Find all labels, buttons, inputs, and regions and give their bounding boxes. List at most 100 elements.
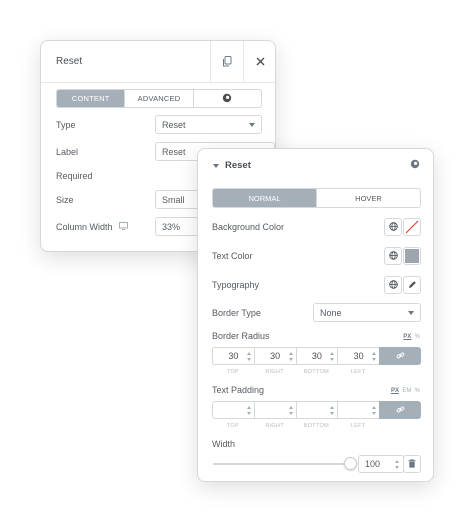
- stepper-icon[interactable]: [246, 406, 251, 415]
- global-typography-button[interactable]: [384, 276, 402, 294]
- border-radius-bottom-value: 30: [311, 351, 322, 361]
- side-label-bottom: BOTTOM: [303, 369, 329, 375]
- tab-advanced[interactable]: ADVANCED: [124, 90, 192, 107]
- stepper-icon[interactable]: [330, 352, 335, 361]
- close-button[interactable]: [243, 41, 275, 83]
- stepper-icon[interactable]: [395, 460, 399, 469]
- typography-label: Typography: [212, 280, 260, 290]
- type-select-value: Reset: [162, 119, 186, 130]
- border-radius-left-input[interactable]: 30: [337, 347, 379, 365]
- border-radius-units: PX %: [403, 334, 420, 340]
- border-radius-label: Border Radius: [212, 331, 270, 341]
- background-color-label: Background Color: [212, 222, 285, 232]
- text-padding-inputs: [212, 401, 421, 419]
- no-color-swatch: [405, 220, 419, 234]
- text-padding-left-input[interactable]: [337, 401, 379, 419]
- section-header[interactable]: Reset: [198, 149, 433, 181]
- border-radius-top-value: 30: [228, 351, 239, 361]
- required-label: Required: [56, 171, 93, 181]
- style-icon: [222, 93, 232, 105]
- border-radius-left-value: 30: [353, 351, 364, 361]
- style-section-panel: Reset NORMAL HOVER Background Color Text…: [197, 148, 434, 482]
- border-type-select[interactable]: None: [313, 303, 421, 322]
- copy-icon: [222, 55, 232, 69]
- globe-icon: [388, 250, 398, 262]
- text-padding-top-input[interactable]: [212, 401, 254, 419]
- unit-percent[interactable]: %: [415, 334, 420, 340]
- unit-em[interactable]: EM: [402, 388, 411, 394]
- reset-width-button[interactable]: [403, 455, 421, 473]
- link-icon: [396, 351, 405, 362]
- text-color-label: Text Color: [212, 251, 253, 261]
- width-label: Width: [212, 439, 236, 449]
- unit-percent[interactable]: %: [415, 388, 420, 394]
- tab-content[interactable]: CONTENT: [57, 90, 125, 107]
- pencil-icon: [408, 280, 417, 291]
- edit-typography-button[interactable]: [403, 276, 421, 294]
- width-slider-handle[interactable]: [344, 457, 357, 470]
- back-panel-title: Reset: [56, 56, 83, 67]
- side-label-top: TOP: [226, 423, 239, 429]
- side-label-right: RIGHT: [265, 369, 284, 375]
- background-color-picker[interactable]: [403, 218, 421, 236]
- type-label: Type: [56, 120, 76, 130]
- text-padding-units: PX EM %: [391, 388, 420, 394]
- side-label-right: RIGHT: [265, 423, 284, 429]
- link-values-button[interactable]: [379, 347, 421, 365]
- unit-px[interactable]: PX: [391, 388, 399, 394]
- side-label-bottom: BOTTOM: [303, 423, 329, 429]
- tab-hover[interactable]: HOVER: [316, 189, 420, 207]
- width-value: 100: [365, 459, 381, 469]
- globe-icon: [388, 279, 398, 291]
- text-padding-bottom-input[interactable]: [295, 401, 338, 419]
- border-radius-top-input[interactable]: 30: [212, 347, 254, 365]
- side-label-left: LEFT: [350, 423, 366, 429]
- link-icon: [396, 405, 405, 416]
- side-label-left: LEFT: [350, 369, 366, 375]
- type-select[interactable]: Reset: [155, 115, 262, 134]
- back-panel-header: Reset: [41, 41, 275, 83]
- width-input[interactable]: 100: [358, 455, 404, 473]
- column-width-label: Column Width: [56, 222, 113, 232]
- side-label-top: TOP: [226, 369, 239, 375]
- duplicate-button[interactable]: [210, 41, 243, 83]
- column-width-value: 33%: [162, 221, 181, 232]
- border-radius-side-labels: TOP RIGHT BOTTOM LEFT: [212, 369, 379, 375]
- text-padding-side-labels: TOP RIGHT BOTTOM LEFT: [212, 423, 379, 429]
- border-radius-right-value: 30: [270, 351, 281, 361]
- border-radius-bottom-input[interactable]: 30: [295, 347, 338, 365]
- caret-down-icon: [213, 164, 219, 168]
- stepper-icon[interactable]: [288, 352, 293, 361]
- global-background-color-button[interactable]: [384, 218, 402, 236]
- width-slider-track[interactable]: [213, 463, 349, 465]
- trash-icon: [408, 458, 416, 470]
- border-type-value: None: [320, 307, 342, 318]
- border-radius-right-input[interactable]: 30: [253, 347, 296, 365]
- stepper-icon[interactable]: [372, 352, 376, 361]
- stepper-icon[interactable]: [288, 406, 293, 415]
- close-icon: [256, 57, 265, 68]
- tab-normal[interactable]: NORMAL: [213, 189, 316, 207]
- border-radius-inputs: 30 30 30 30: [212, 347, 421, 365]
- panel-tabs: CONTENT ADVANCED: [56, 89, 262, 108]
- label-label: Label: [56, 147, 79, 157]
- size-label: Size: [56, 195, 74, 205]
- label-input-value: Reset: [162, 146, 186, 157]
- style-icon: [410, 159, 420, 171]
- chevron-down-icon: [249, 123, 255, 127]
- unit-px[interactable]: PX: [403, 334, 411, 340]
- globe-icon: [388, 221, 398, 233]
- chevron-down-icon: [408, 311, 414, 315]
- text-padding-right-input[interactable]: [253, 401, 296, 419]
- text-padding-label: Text Padding: [212, 385, 265, 395]
- link-values-button[interactable]: [379, 401, 421, 419]
- stepper-icon[interactable]: [330, 406, 335, 415]
- section-title: Reset: [225, 160, 251, 171]
- state-tabs: NORMAL HOVER: [212, 188, 421, 208]
- global-text-color-button[interactable]: [384, 247, 402, 265]
- text-color-picker[interactable]: [403, 247, 421, 265]
- stepper-icon[interactable]: [246, 352, 251, 361]
- tab-style[interactable]: [192, 90, 261, 107]
- stepper-icon[interactable]: [372, 406, 376, 415]
- border-type-label: Border Type: [212, 308, 261, 318]
